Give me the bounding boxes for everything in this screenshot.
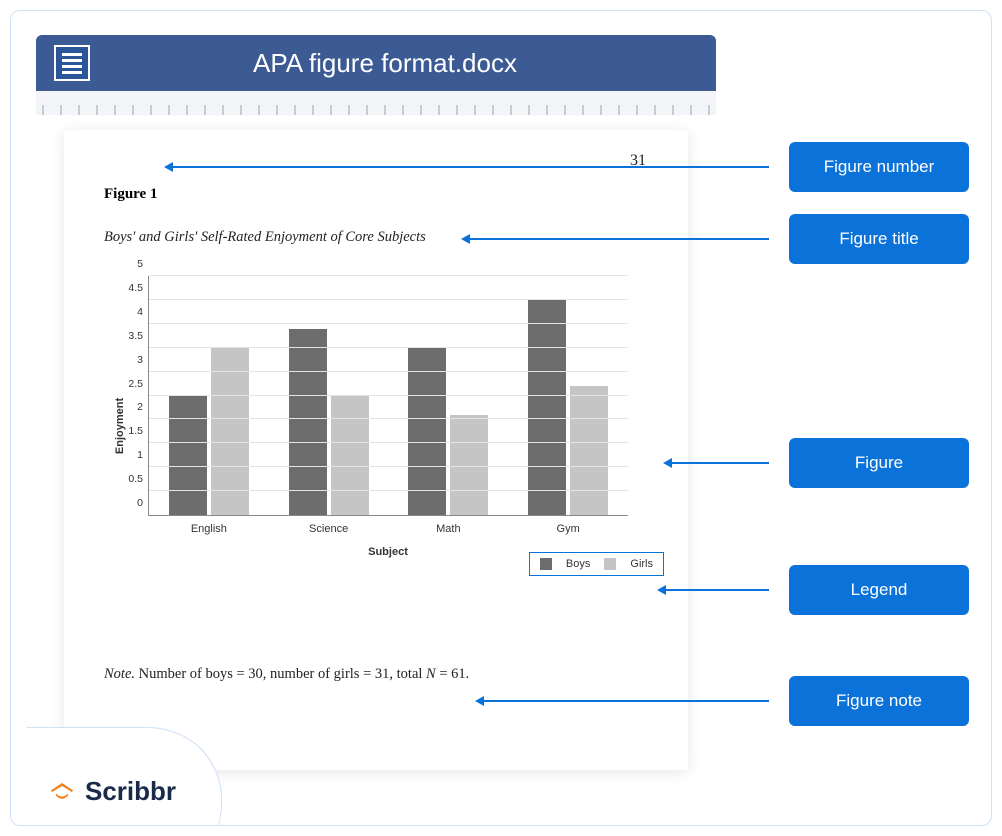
chart-legend: Boys Girls bbox=[529, 552, 664, 576]
word-ruler bbox=[36, 91, 716, 115]
callout-figure-note: Figure note bbox=[789, 676, 969, 726]
scribbr-logo-icon bbox=[47, 777, 77, 807]
document-page: 31 Figure 1 Boys' and Girls' Self-Rated … bbox=[64, 130, 688, 770]
legend-label-boys: Boys bbox=[566, 558, 590, 570]
scribbr-logo-text: Scribbr bbox=[85, 776, 176, 807]
bar bbox=[169, 396, 207, 516]
bar bbox=[528, 300, 566, 515]
bar-group: English bbox=[149, 276, 269, 515]
arrow-head-icon bbox=[461, 234, 470, 244]
arrow-head-icon bbox=[657, 585, 666, 595]
arrow-head-icon bbox=[164, 162, 173, 172]
y-tick-label: 0.5 bbox=[128, 473, 143, 485]
callout-figure: Figure bbox=[789, 438, 969, 488]
figure-note-text-1: Number of boys = 30, number of girls = 3… bbox=[135, 666, 426, 682]
y-tick-label: 5 bbox=[137, 258, 143, 270]
arrow-line bbox=[483, 700, 769, 702]
x-tick-label: Gym bbox=[557, 523, 580, 535]
arrow-head-icon bbox=[663, 458, 672, 468]
bar-group: Science bbox=[269, 276, 389, 515]
y-tick-label: 1 bbox=[137, 449, 143, 461]
callout-figure-number: Figure number bbox=[789, 142, 969, 192]
chart-plot-area: EnglishScienceMathGym 00.511.522.533.544… bbox=[148, 276, 628, 516]
y-tick-label: 1.5 bbox=[128, 425, 143, 437]
y-tick-label: 3.5 bbox=[128, 330, 143, 342]
figure-note-label: Note. bbox=[104, 666, 135, 682]
bar bbox=[331, 396, 369, 516]
word-titlebar: APA figure format.docx bbox=[36, 35, 716, 91]
chart-bars: EnglishScienceMathGym bbox=[149, 276, 628, 515]
y-tick-label: 2 bbox=[137, 401, 143, 413]
arrow-line bbox=[671, 462, 769, 464]
bar-group: Gym bbox=[508, 276, 628, 515]
y-tick-label: 4 bbox=[137, 306, 143, 318]
y-tick-label: 2.5 bbox=[128, 378, 143, 390]
y-tick-label: 3 bbox=[137, 354, 143, 366]
bar bbox=[450, 415, 488, 515]
arrow-line bbox=[172, 166, 769, 168]
arrow-head-icon bbox=[475, 696, 484, 706]
arrow-line bbox=[469, 238, 769, 240]
figure-note-N: N bbox=[426, 666, 436, 682]
y-axis-label: Enjoyment bbox=[114, 398, 126, 454]
legend-swatch-boys bbox=[540, 558, 552, 570]
bar bbox=[570, 386, 608, 515]
x-tick-label: Science bbox=[309, 523, 348, 535]
x-tick-label: Math bbox=[436, 523, 460, 535]
legend-swatch-girls bbox=[604, 558, 616, 570]
figure-chart: Enjoyment EnglishScienceMathGym 00.511.5… bbox=[104, 276, 644, 576]
figure-note: Note. Number of boys = 30, number of gir… bbox=[104, 666, 648, 683]
figure-number-label: Figure 1 bbox=[104, 186, 648, 203]
bar-group: Math bbox=[389, 276, 509, 515]
figure-note-text-2: = 61. bbox=[436, 666, 470, 682]
arrow-line bbox=[665, 589, 769, 591]
diagram-card: APA figure format.docx 31 Figure 1 Boys'… bbox=[10, 10, 992, 826]
scribbr-logo: Scribbr bbox=[47, 776, 176, 807]
x-tick-label: English bbox=[191, 523, 227, 535]
callout-legend: Legend bbox=[789, 565, 969, 615]
bar bbox=[289, 329, 327, 515]
legend-label-girls: Girls bbox=[630, 558, 653, 570]
document-filename: APA figure format.docx bbox=[54, 48, 716, 79]
callout-figure-title: Figure title bbox=[789, 214, 969, 264]
y-tick-label: 0 bbox=[137, 497, 143, 509]
y-tick-label: 4.5 bbox=[128, 282, 143, 294]
